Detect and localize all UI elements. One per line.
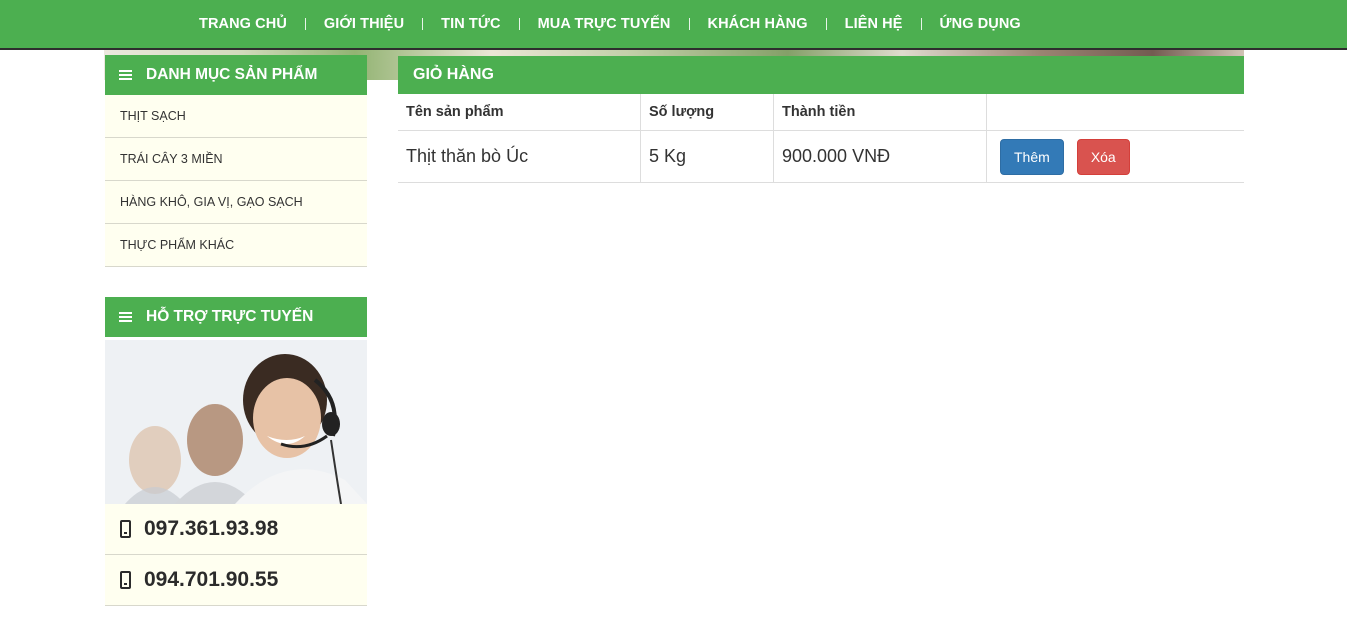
online-support-panel: HỖ TRỢ TRỰC TUYẾN 097.361.93.98 094.701.… [105, 297, 367, 606]
cart-title: GIỎ HÀNG [398, 56, 1244, 94]
actions-cell: Thêm Xóa [986, 130, 1244, 183]
column-header-quantity: Số lượng [640, 94, 774, 131]
delete-button[interactable]: Xóa [1076, 138, 1130, 175]
support-agent-illustration [105, 340, 367, 504]
cart-table: Tên sản phẩm Số lượng Thành tiền Thịt th… [398, 94, 1244, 183]
product-name-cell: Thịt thăn bò Úc [398, 130, 641, 183]
column-header-total: Thành tiền [773, 94, 987, 131]
category-item[interactable]: TRÁI CÂY 3 MIỀN [105, 138, 367, 181]
list-icon [119, 70, 132, 80]
support-header: HỖ TRỢ TRỰC TUYẾN [105, 297, 367, 337]
category-item[interactable]: HÀNG KHÔ, GIA VỊ, GẠO SẠCH [105, 181, 367, 224]
support-phone-row[interactable]: 094.701.90.55 [105, 555, 367, 606]
add-button[interactable]: Thêm [1000, 138, 1064, 175]
support-phone-number: 097.361.93.98 [144, 517, 279, 540]
list-icon [119, 312, 132, 322]
mobile-phone-icon [120, 571, 131, 589]
shopping-cart-panel: GIỎ HÀNG Tên sản phẩm Số lượng Thành tiề… [398, 56, 1244, 183]
nav-item-about[interactable]: GIỚI THIỆU [306, 16, 422, 32]
support-title: HỖ TRỢ TRỰC TUYẾN [146, 308, 314, 325]
nav-item-home[interactable]: TRANG CHỦ [181, 16, 305, 32]
categories-title: DANH MỤC SẢN PHẨM [146, 66, 318, 83]
mobile-phone-icon [120, 520, 131, 538]
support-phone-row[interactable]: 097.361.93.98 [105, 504, 367, 555]
categories-header: DANH MỤC SẢN PHẨM [105, 55, 367, 95]
column-header-product-name: Tên sản phẩm [398, 94, 641, 131]
category-item[interactable]: THỊT SẠCH [105, 95, 367, 138]
nav-item-apps[interactable]: ỨNG DỤNG [922, 16, 1039, 32]
nav-item-shop-online[interactable]: MUA TRỰC TUYẾN [520, 16, 689, 32]
cart-table-header-row: Tên sản phẩm Số lượng Thành tiền [398, 94, 1244, 131]
category-item[interactable]: THỰC PHẨM KHÁC [105, 224, 367, 267]
column-header-actions [986, 94, 1244, 131]
total-cell: 900.000 VNĐ [773, 130, 987, 183]
top-navigation: TRANG CHỦ GIỚI THIỆU TIN TỨC MUA TRỰC TU… [0, 0, 1347, 50]
quantity-cell: 5 Kg [640, 130, 774, 183]
support-agent-photo [105, 340, 367, 504]
nav-item-contact[interactable]: LIÊN HỆ [827, 16, 921, 32]
table-row: Thịt thăn bò Úc 5 Kg 900.000 VNĐ Thêm Xó… [398, 130, 1244, 183]
support-phone-number: 094.701.90.55 [144, 568, 279, 591]
nav-item-news[interactable]: TIN TỨC [423, 16, 518, 32]
nav-item-customers[interactable]: KHÁCH HÀNG [690, 16, 826, 32]
sidebar: DANH MỤC SẢN PHẨM THỊT SẠCH TRÁI CÂY 3 M… [105, 55, 367, 606]
category-list: THỊT SẠCH TRÁI CÂY 3 MIỀN HÀNG KHÔ, GIA … [105, 95, 367, 267]
